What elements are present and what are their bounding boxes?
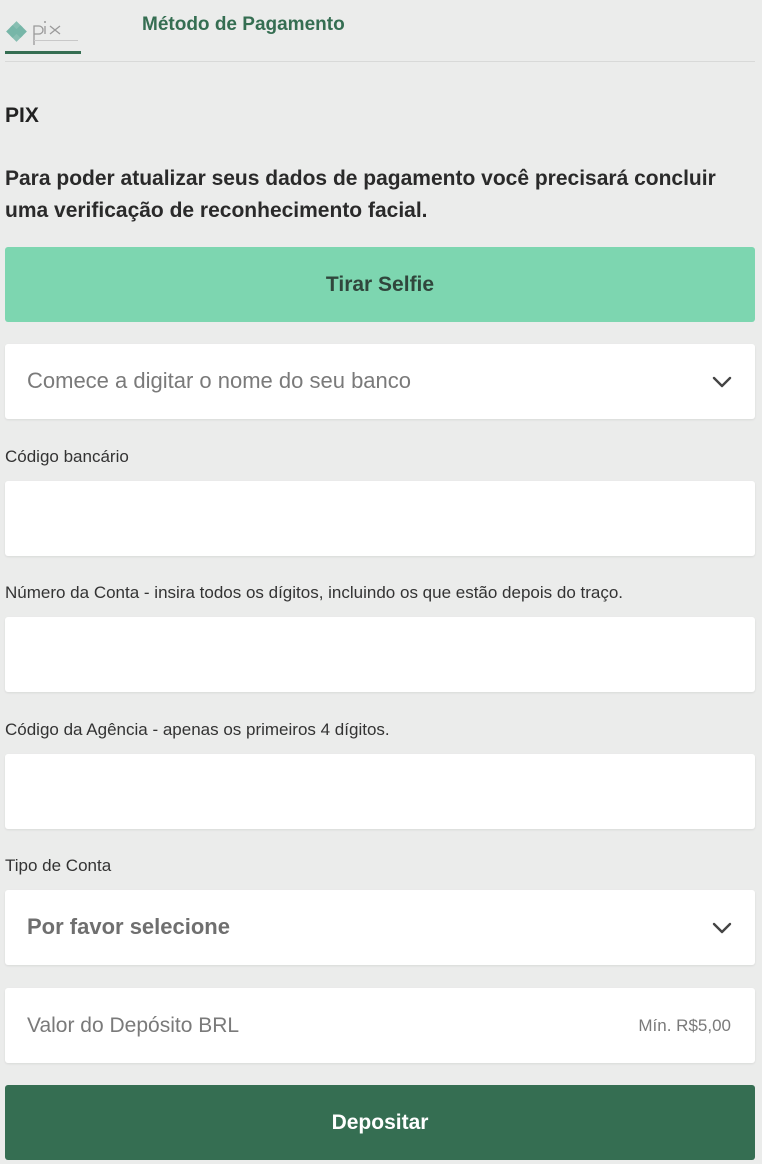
payment-page: Método de Pagamento PIX Para poder atual… <box>0 0 762 1164</box>
tab-bar: Método de Pagamento <box>5 0 755 62</box>
deposit-amount-field: Mín. R$5,00 <box>5 988 755 1063</box>
bank-select-placeholder: Comece a digitar o nome do seu banco <box>27 368 412 393</box>
tab-pix[interactable] <box>5 12 81 54</box>
bank-code-label: Código bancário <box>5 447 129 466</box>
account-number-input[interactable] <box>5 617 755 692</box>
account-number-label: Número da Conta - insira todos os dígito… <box>5 583 624 602</box>
chevron-down-icon <box>712 922 732 934</box>
chevron-down-icon <box>712 376 732 388</box>
bank-code-field <box>5 481 755 556</box>
agency-code-label: Código da Agência - apenas os primeiros … <box>5 720 390 739</box>
pix-logo <box>6 21 78 45</box>
face-verification-notice: Para poder atualizar seus dados de pagam… <box>5 167 716 222</box>
tab-payment-method[interactable]: Método de Pagamento <box>142 14 345 36</box>
account-type-label: Tipo de Conta <box>5 856 112 875</box>
deposit-button[interactable]: Depositar <box>5 1085 755 1160</box>
minimum-deposit-hint: Mín. R$5,00 <box>638 1016 731 1035</box>
bank-code-input[interactable] <box>5 481 755 556</box>
active-tab-underline <box>5 51 81 54</box>
account-number-field <box>5 617 755 692</box>
bank-select[interactable]: Comece a digitar o nome do seu banco <box>5 344 755 419</box>
account-type-select[interactable]: Por favor selecione <box>5 890 755 965</box>
agency-code-field <box>5 754 755 829</box>
account-type-selected: Por favor selecione <box>27 914 230 939</box>
take-selfie-button[interactable]: Tirar Selfie <box>5 247 755 322</box>
agency-code-input[interactable] <box>5 754 755 829</box>
section-title: PIX <box>5 104 39 127</box>
